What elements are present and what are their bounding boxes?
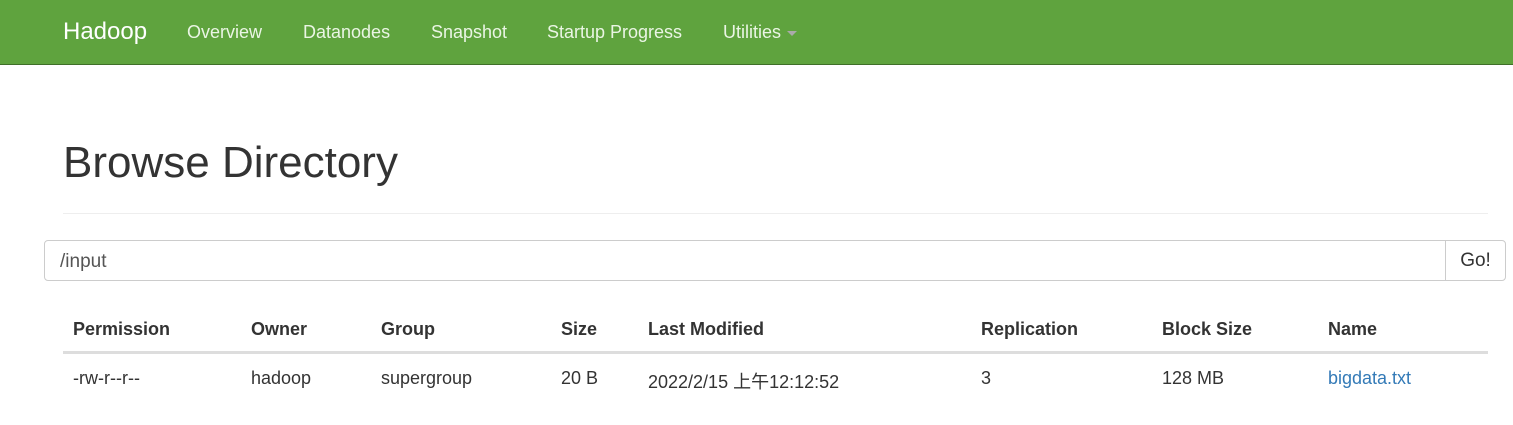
brand-link[interactable]: Hadoop (63, 18, 147, 46)
caret-down-icon (787, 30, 798, 36)
header-size[interactable]: Size (561, 319, 597, 340)
cell-block-size: 128 MB (1162, 368, 1225, 388)
navbar: Hadoop Overview Datanodes Snapshot Start… (0, 0, 1513, 65)
cell-group: supergroup (381, 368, 473, 388)
header-group[interactable]: Group (381, 319, 435, 340)
path-input[interactable]: /input (44, 240, 1446, 281)
cell-size: 20 B (561, 368, 599, 388)
go-button[interactable]: Go! (1445, 240, 1506, 281)
cell-permission: -rw-r--r-- (73, 368, 140, 388)
nav-utilities-label: Utilities (723, 22, 782, 42)
header-separator (63, 351, 1488, 354)
nav-snapshot[interactable]: Snapshot (431, 22, 507, 43)
header-name[interactable]: Name (1328, 319, 1377, 340)
header-permission[interactable]: Permission (73, 319, 170, 340)
nav-utilities[interactable]: Utilities (723, 22, 798, 43)
divider (63, 213, 1488, 214)
header-last-modified[interactable]: Last Modified (648, 319, 764, 340)
nav-overview[interactable]: Overview (187, 22, 262, 43)
header-owner[interactable]: Owner (251, 319, 307, 340)
nav-datanodes[interactable]: Datanodes (303, 22, 390, 43)
nav-startup-progress[interactable]: Startup Progress (547, 22, 682, 43)
page-title: Browse Directory (63, 138, 398, 187)
cell-owner: hadoop (251, 368, 312, 388)
cell-last-modified: 2022/2/15 上午12:12:52 (648, 372, 840, 392)
cell-replication: 3 (981, 368, 992, 388)
file-link[interactable]: bigdata.txt (1328, 368, 1411, 389)
header-replication[interactable]: Replication (981, 319, 1078, 340)
header-block-size[interactable]: Block Size (1162, 319, 1252, 340)
